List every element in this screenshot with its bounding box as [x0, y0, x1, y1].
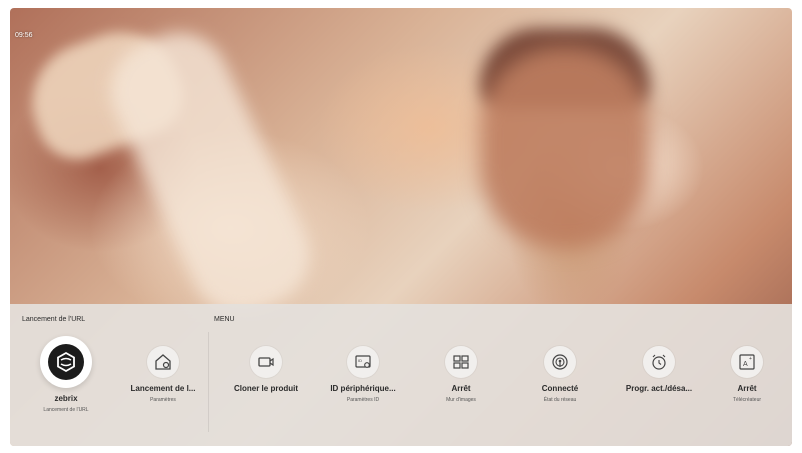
home-gear-icon — [155, 354, 171, 370]
menu-item-network-status[interactable]: Connecté État du réseau — [515, 346, 605, 403]
item-subtitle: Paramètres — [150, 397, 176, 403]
device-id-button[interactable]: ID — [347, 346, 379, 378]
item-title: Progr. act./désa... — [625, 384, 693, 393]
video-frame-face — [480, 48, 650, 248]
url-section-label: Lancement de l'URL — [22, 316, 86, 323]
item-title: Lancement de l... — [130, 384, 196, 393]
svg-text:A: A — [743, 361, 748, 368]
video-camera-icon — [258, 357, 274, 367]
menu-item-on-off-timer[interactable]: Progr. act./désa... — [614, 346, 704, 397]
svg-text:ID: ID — [358, 358, 362, 363]
teletext-button[interactable]: A + — [731, 346, 763, 378]
item-subtitle: Lancement de l'URL — [43, 407, 89, 413]
item-title: zebrix — [54, 394, 78, 403]
network-status-button[interactable] — [544, 346, 576, 378]
item-subtitle: Paramètres ID — [346, 397, 380, 403]
item-subtitle: État du réseau — [543, 397, 577, 403]
item-title: Cloner le produit — [234, 384, 298, 393]
quick-menu-panel: Lancement de l'URL MENU zebrix Lancement… — [10, 304, 792, 446]
item-subtitle: Mur d'images — [446, 397, 476, 403]
menu-item-url-launch-settings[interactable]: Lancement de l... Paramètres — [118, 346, 208, 403]
clock-time: 09:56 — [15, 32, 33, 39]
menu-item-clone-product[interactable]: Cloner le produit — [221, 346, 311, 397]
video-wall-icon — [453, 355, 469, 369]
id-card-gear-icon: ID — [355, 355, 371, 368]
menu-item-teletext[interactable]: A + Arrêt Télécréateur — [702, 346, 792, 403]
menu-item-zebrix[interactable]: zebrix Lancement de l'URL — [21, 336, 111, 413]
clone-product-button[interactable] — [250, 346, 282, 378]
menu-item-video-wall[interactable]: Arrêt Mur d'images — [416, 346, 506, 403]
on-off-timer-button[interactable] — [643, 346, 675, 378]
svg-text:+: + — [749, 356, 752, 362]
section-divider — [208, 332, 209, 432]
item-title: ID périphérique... — [330, 384, 396, 393]
network-broadcast-icon — [552, 354, 568, 370]
tv-screen: 09:56 Lancement de l'URL MENU zebrix Lan… — [10, 8, 792, 446]
url-launch-settings-button[interactable] — [147, 346, 179, 378]
video-wall-button[interactable] — [445, 346, 477, 378]
menu-section-label: MENU — [214, 316, 235, 323]
item-subtitle: Télécréateur — [732, 397, 762, 403]
item-title: Connecté — [541, 384, 579, 393]
text-screen-icon: A + — [739, 354, 755, 370]
item-title: Arrêt — [451, 384, 471, 393]
alarm-clock-icon — [652, 354, 666, 370]
zebrix-logo-icon — [57, 351, 75, 373]
menu-item-device-id[interactable]: ID ID périphérique... Paramètres ID — [318, 346, 408, 403]
zebrix-button[interactable] — [40, 336, 92, 388]
item-title: Arrêt — [737, 384, 757, 393]
video-frame-arm — [94, 16, 326, 330]
